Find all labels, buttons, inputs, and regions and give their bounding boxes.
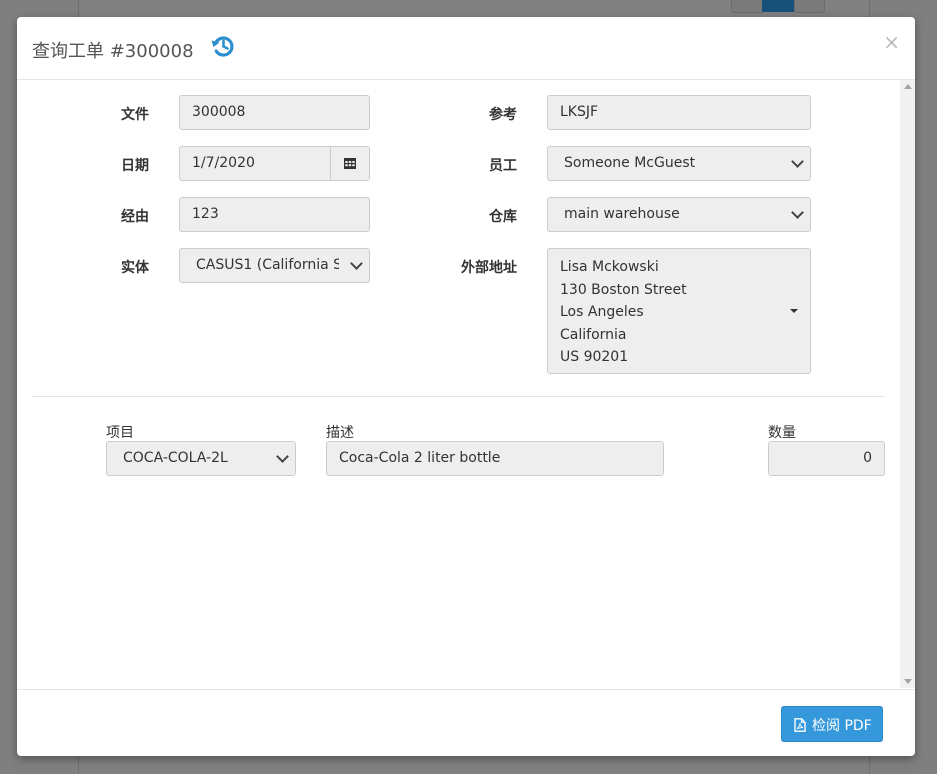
scroll-up-icon[interactable]: [904, 84, 912, 89]
document-label: 文件: [121, 107, 149, 123]
entity-select[interactable]: CASUS1 (California Sup: [179, 248, 370, 283]
background-button: [794, 0, 825, 13]
item-column-label: 项目: [106, 425, 134, 441]
description-column-label: 描述: [326, 425, 354, 441]
date-field[interactable]: 1/7/2020: [179, 146, 370, 181]
modal-title: 查询工单 #300008: [32, 41, 194, 62]
employee-select-value: Someone McGuest: [564, 155, 696, 171]
address-line: Los Angeles: [560, 304, 644, 320]
warehouse-select[interactable]: main warehouse: [547, 197, 811, 232]
history-icon[interactable]: [209, 32, 237, 60]
employee-label: 员工: [489, 158, 517, 174]
section-divider: [32, 396, 885, 397]
external-address-select[interactable]: Lisa Mckowski 130 Boston Street Los Ange…: [547, 248, 811, 374]
document-field[interactable]: 300008: [179, 95, 370, 130]
date-label: 日期: [121, 158, 149, 174]
description-field[interactable]: Coca-Cola 2 liter bottle: [326, 441, 664, 476]
chevron-down-icon: [276, 450, 289, 463]
inquiry-work-order-modal: 查询工单 #300008 × 文件 300008 日期 1/7/2020 经由 …: [17, 17, 915, 756]
reference-label: 参考: [489, 107, 517, 123]
chevron-down-icon: [350, 257, 363, 270]
via-label: 经由: [121, 209, 149, 225]
employee-select[interactable]: Someone McGuest: [547, 146, 811, 181]
view-pdf-label: 检阅 PDF: [812, 718, 872, 734]
chevron-down-icon: [791, 206, 804, 219]
external-address-label: 外部地址: [461, 260, 517, 276]
close-icon[interactable]: ×: [883, 30, 900, 54]
reference-field[interactable]: LKSJF: [547, 95, 811, 130]
warehouse-label: 仓库: [489, 209, 517, 225]
scroll-down-icon[interactable]: [904, 679, 912, 684]
entity-label: 实体: [121, 260, 149, 276]
quantity-field[interactable]: 0: [768, 441, 885, 476]
address-line: 130 Boston Street: [560, 281, 687, 298]
entity-select-value: CASUS1 (California Sup: [196, 257, 339, 273]
via-field[interactable]: 123: [179, 197, 370, 232]
calendar-icon: [344, 158, 356, 169]
chevron-down-icon: [791, 155, 804, 168]
modal-header: 查询工单 #300008 ×: [17, 17, 915, 80]
address-line: California: [560, 326, 627, 343]
item-select-value: COCA-COLA-2L: [123, 450, 228, 466]
modal-body: 文件 300008 日期 1/7/2020 经由 123 实体 CASUS1 (…: [17, 80, 900, 688]
quantity-column-label: 数量: [768, 425, 796, 441]
warehouse-select-value: main warehouse: [564, 206, 680, 222]
item-select[interactable]: COCA-COLA-2L: [106, 441, 296, 476]
modal-footer: 检阅 PDF: [17, 689, 915, 756]
background-button-active: [762, 0, 794, 12]
view-pdf-button[interactable]: 检阅 PDF: [781, 706, 883, 742]
date-value: 1/7/2020: [192, 155, 255, 171]
calendar-button[interactable]: [330, 147, 369, 180]
address-line: US 90201: [560, 349, 629, 365]
caret-down-icon: [790, 309, 798, 313]
background-button: [731, 0, 764, 13]
vertical-scrollbar[interactable]: [900, 80, 915, 688]
file-pdf-icon: [794, 718, 806, 732]
address-line: Lisa Mckowski: [560, 259, 659, 275]
